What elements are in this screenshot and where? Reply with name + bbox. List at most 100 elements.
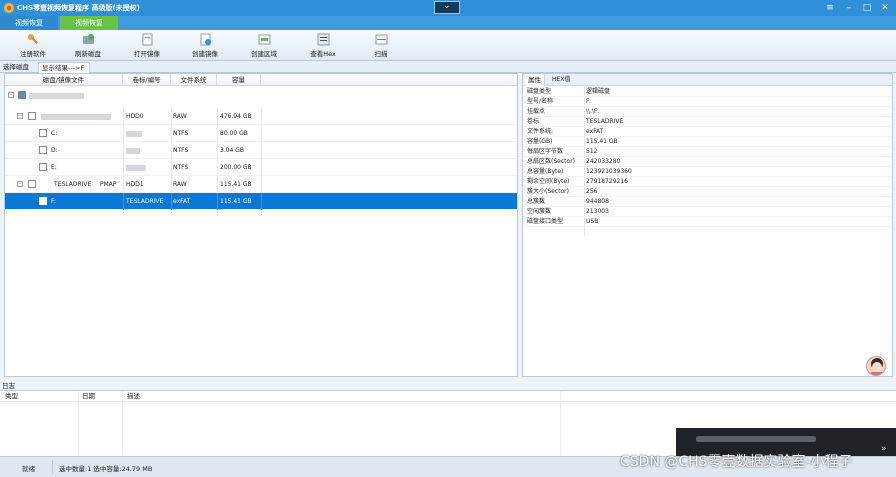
open-image-icon	[142, 33, 153, 46]
partition-filesystem: NTFS	[173, 130, 189, 137]
disk-filesystem: RAW	[173, 181, 187, 188]
disk-list-header: 磁盘/镜像文件 卷标/编号 文件系统 容量	[5, 74, 517, 86]
disk-row-hdd1[interactable]: - TESLADRIVE PMAP HDD1 RAW 115.41 GB	[5, 176, 517, 193]
row-checkbox[interactable]	[39, 197, 47, 205]
menu-icon[interactable]: ≡	[821, 0, 839, 16]
disk-name-redacted	[41, 113, 111, 120]
disk-name: TESLADRIVE	[54, 181, 92, 188]
row-checkbox[interactable]	[28, 180, 36, 188]
disk-label: HDD0	[126, 113, 144, 120]
view-hex-button[interactable]: 查看Hex	[298, 32, 348, 59]
close-icon[interactable]: ✕	[876, 0, 894, 16]
partition-label-redacted	[126, 130, 142, 137]
disk-size: 476.94 GB	[220, 113, 252, 120]
pane-tab-bar: 选择磁盘 显示结果--->F:	[0, 61, 896, 73]
view-hex-label: 查看Hex	[310, 50, 336, 58]
tab-select-disk[interactable]: 选择磁盘	[3, 61, 29, 73]
partition-filesystem: exFAT	[173, 198, 191, 205]
window-title: CHS零壹视频恢复程序 高级版(未授权)	[17, 4, 140, 12]
scan-icon	[375, 34, 388, 45]
disk-size: 115.41 GB	[220, 181, 252, 188]
property-row: 簇大小(Sector) 256	[523, 187, 892, 197]
open-image-button[interactable]: 打开镜像	[122, 32, 172, 59]
tab-show-result[interactable]: 显示结果--->F:	[38, 62, 90, 73]
status-ready: 就绪	[22, 465, 35, 473]
property-row: 剩余空间(Byte) 27918729216	[523, 177, 892, 187]
collapse-toggle-icon[interactable]: -	[17, 113, 23, 119]
column-disk-image[interactable]: 磁盘/镜像文件	[5, 74, 123, 86]
property-row: 文件系统: exFAT	[523, 127, 892, 137]
property-row: 磁盘类型 逻辑磁盘	[523, 87, 892, 97]
property-row: 卷标 TESLADRIVE	[523, 117, 892, 127]
key-icon	[28, 34, 38, 44]
toolbar: 注册软件 刷新磁盘 打开镜像 创建镜像 创建区域 查看Hex 扫描	[0, 30, 896, 61]
log-header: 类型 日期 描述	[0, 391, 896, 402]
notification-text-redacted	[696, 436, 816, 442]
create-region-label: 创建区域	[251, 50, 277, 58]
log-column-description[interactable]: 描述	[127, 391, 140, 402]
property-row: 型号/名称 F:	[523, 97, 892, 107]
property-row: 挂载点 \\.\F:	[523, 107, 892, 117]
assistant-avatar-icon[interactable]	[866, 356, 886, 376]
column-capacity[interactable]: 容量	[217, 74, 261, 86]
scan-button[interactable]: 扫描	[356, 32, 406, 59]
partition-label: TESLADRIVE	[126, 198, 164, 205]
property-row: 总扇区数(Sector) 242033280	[523, 157, 892, 167]
tab-hex-value[interactable]: HEX值	[549, 74, 573, 86]
partition-size: 80.00 GB	[220, 130, 248, 137]
row-checkbox[interactable]	[39, 146, 47, 154]
partition-label-redacted	[126, 147, 140, 154]
create-region-icon	[258, 34, 271, 45]
row-checkbox[interactable]	[39, 163, 47, 171]
disk-filesystem: RAW	[173, 113, 187, 120]
disk-row-hdd0[interactable]: - HDD0 RAW 476.94 GB	[5, 108, 517, 125]
disk-label: HDD1	[126, 181, 144, 188]
partition-row-f-selected[interactable]: F: TESLADRIVE exFAT 115.41 GB	[5, 193, 517, 210]
property-row: 容量(GB) 115.41 GB	[523, 137, 892, 147]
column-label[interactable]: 卷标/编号	[123, 74, 171, 86]
collapse-toggle-icon[interactable]: -	[8, 92, 14, 98]
properties-panel: 属性 HEX值 磁盘类型 逻辑磁盘 型号/名称 F: 挂载点 \\.\F: 卷标 TES…	[522, 73, 893, 377]
create-image-label: 创建镜像	[192, 50, 218, 58]
refresh-disk-button[interactable]: 刷新磁盘	[63, 32, 113, 59]
partition-name: D:	[51, 147, 58, 154]
title-bar: CHS零壹视频恢复程序 高级版(未授权) ⌄ ≡ – □ ✕	[0, 0, 896, 16]
refresh-disk-icon	[83, 34, 94, 44]
partition-name: E:	[51, 164, 57, 171]
hex-view-icon	[317, 33, 330, 46]
tab-properties[interactable]: 属性	[525, 74, 545, 86]
create-image-button[interactable]: 创建镜像	[180, 32, 230, 59]
tab-video-recovery[interactable]: 视频恢复	[0, 16, 58, 30]
disk-list: 磁盘/镜像文件 卷标/编号 文件系统 容量 - - HDD0 RAW 476.9…	[4, 73, 518, 377]
property-row: 总容量(Byte) 123921039360	[523, 167, 892, 177]
partition-row-e[interactable]: E: NTFS 200.00 GB	[5, 159, 517, 176]
property-row: 总簇数 944808	[523, 197, 892, 207]
maximize-icon[interactable]: □	[858, 0, 876, 16]
partition-row-c[interactable]: C: NTFS 80.00 GB	[5, 125, 517, 142]
open-image-label: 打开镜像	[134, 50, 160, 58]
create-region-button[interactable]: 创建区域	[239, 32, 289, 59]
app-logo-icon	[4, 3, 14, 13]
title-dropdown-button[interactable]: ⌄	[434, 1, 460, 14]
partition-size: 115.41 GB	[220, 198, 252, 205]
register-button[interactable]: 注册软件	[8, 32, 58, 59]
tab-video-recovery-active[interactable]: 视频恢复	[60, 16, 118, 30]
tree-root-row[interactable]: -	[5, 87, 517, 104]
partition-filesystem: NTFS	[173, 147, 189, 154]
row-checkbox[interactable]	[28, 112, 36, 120]
partition-filesystem: NTFS	[173, 164, 189, 171]
collapse-toggle-icon[interactable]: -	[17, 181, 23, 187]
refresh-disk-label: 刷新磁盘	[75, 50, 101, 58]
expand-arrow-icon[interactable]: »	[881, 444, 887, 454]
property-row: 空闲簇数 213003	[523, 207, 892, 217]
create-image-icon	[200, 33, 211, 46]
chevron-down-icon: ⌄	[443, 1, 451, 11]
log-column-date[interactable]: 日期	[82, 391, 95, 402]
row-checkbox[interactable]	[39, 129, 47, 137]
column-filesystem[interactable]: 文件系统	[171, 74, 217, 86]
log-column-type[interactable]: 类型	[5, 391, 18, 402]
register-label: 注册软件	[20, 50, 46, 58]
partition-size: 200.00 GB	[220, 164, 252, 171]
partition-row-d[interactable]: D: NTFS 3.04 GB	[5, 142, 517, 159]
minimize-icon[interactable]: –	[840, 0, 858, 16]
